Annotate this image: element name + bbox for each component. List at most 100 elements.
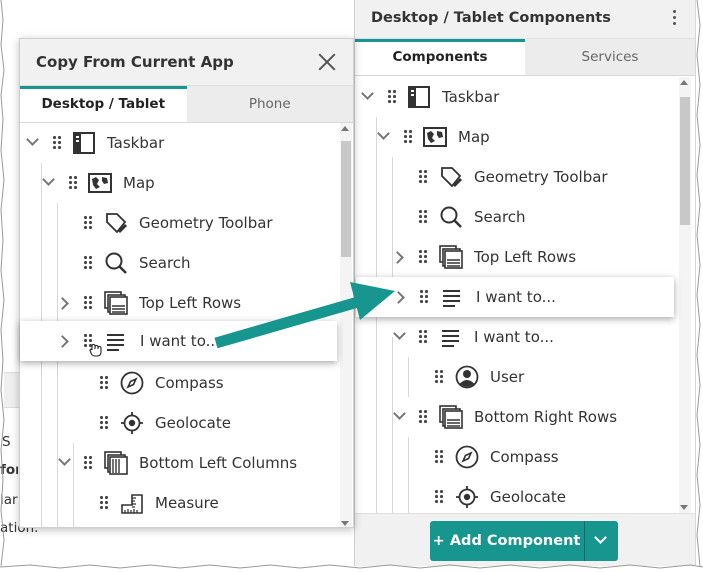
background-text-fragment: S [2,434,11,450]
drag-handle-icon[interactable] [419,410,427,424]
drag-handle-icon[interactable] [419,330,427,344]
tree-item-map[interactable]: Map [355,117,680,157]
background-text-fragment: for [0,462,18,478]
tree-item-taskbar[interactable]: Taskbar [355,77,680,117]
drag-handle-icon[interactable] [84,256,92,270]
grab-cursor-icon [88,341,104,361]
add-component-label[interactable]: + Add Component [430,521,583,561]
rows-icon [439,245,463,269]
drag-handle-icon[interactable] [84,296,92,310]
tree-item-label: Compass [155,374,224,392]
tab-desktop-tablet[interactable]: Desktop / Tablet [20,86,187,122]
drag-handle-icon[interactable] [100,376,108,390]
drag-handle-icon[interactable] [69,176,77,190]
drag-handle-icon[interactable] [435,450,443,464]
drop-preview-row: I want to... [356,277,674,317]
add-component-button[interactable]: + Add Component [430,521,618,561]
components-panel-footer: + Add Component [355,513,695,566]
drag-handle-icon[interactable] [100,416,108,430]
rows-icon [439,405,463,429]
tree-item-label: Map [123,174,155,192]
drag-handle-icon[interactable] [53,136,61,150]
more-options-icon[interactable] [671,10,677,28]
drag-handle-icon[interactable] [404,130,412,144]
tree-item-geolocate[interactable]: Geolocate [355,477,680,513]
geolocate-icon [120,411,144,435]
columns-icon [104,451,128,475]
list-icon [440,285,464,309]
map-icon [423,125,447,149]
taskbar-icon [407,85,431,109]
tree-item-label: Bottom Right Rows [474,408,618,426]
chevron-down-icon[interactable] [585,521,618,561]
background-text-fragment: lar [0,492,18,508]
drag-handle-icon[interactable] [84,216,92,230]
chevron-down-icon[interactable] [393,407,406,420]
tree-item-taskbar[interactable]: Taskbar [20,123,338,163]
rows-icon [104,291,128,315]
tree-item-bottom-right-rows[interactable]: Bottom Right Rows [355,397,680,437]
compass-icon [455,445,479,469]
tree-item-measure[interactable]: Measure [20,483,338,523]
tree-item-search[interactable]: Search [355,197,680,237]
tree-item-bottom-left-columns[interactable]: Bottom Left Columns [20,443,338,483]
chevron-right-icon[interactable] [56,297,69,310]
drop-preview-label: I want to... [476,288,556,306]
tree-item-geometry-toolbar[interactable]: Geometry Toolbar [355,157,680,197]
search-icon [104,251,128,275]
tree-item-label: Geometry Toolbar [139,214,273,232]
drag-handle-icon [420,290,428,304]
tree-item-label: Search [139,254,191,272]
drag-handle-icon[interactable] [84,456,92,470]
drag-handle-icon[interactable] [419,170,427,184]
chevron-right-icon[interactable] [391,251,404,264]
tree-item-top-left-rows[interactable]: Top Left Rows [20,283,338,323]
drag-handle-icon[interactable] [419,210,427,224]
tree-item-label: Geolocate [490,488,566,506]
tab-services[interactable]: Services [525,39,695,75]
tree-item-label: I want to... [474,328,554,346]
drag-handle-icon[interactable] [419,250,427,264]
drag-handle-icon[interactable] [100,496,108,510]
chevron-down-icon[interactable] [361,87,374,100]
dialog-tree-scrollbar[interactable] [340,123,352,527]
drag-handle-icon[interactable] [435,490,443,504]
drag-handle-icon[interactable] [388,90,396,104]
taskbar-icon [72,131,96,155]
dragged-row-label: I want to... [140,332,220,350]
tree-item-label: Taskbar [442,88,500,106]
chevron-down-icon[interactable] [393,327,406,340]
tree-item-label: User [490,368,525,386]
drag-handle-icon[interactable] [435,370,443,384]
dragged-row[interactable]: I want to... [20,321,337,361]
components-panel-header: Desktop / Tablet Components [355,0,695,39]
user-icon [455,365,479,389]
close-icon[interactable] [318,53,336,71]
dialog-title: Copy From Current App [36,53,234,71]
tree-item-search[interactable]: Search [20,243,338,283]
tree-item-geolocate[interactable]: Geolocate [20,403,338,443]
tab-phone[interactable]: Phone [187,86,354,122]
tab-components[interactable]: Components [355,39,525,75]
components-panel-title: Desktop / Tablet Components [371,10,611,26]
list-icon [104,329,128,353]
tree-item-compass[interactable]: Compass [20,363,338,403]
list-icon [439,325,463,349]
tree-item-user[interactable]: User [355,357,680,397]
components-tree-scrollbar[interactable] [679,77,691,513]
geometry-toolbar-icon [439,165,463,189]
chevron-down-icon[interactable] [42,173,55,186]
tree-item-geometry-toolbar[interactable]: Geometry Toolbar [20,203,338,243]
chevron-down-icon[interactable] [58,453,71,466]
tree-item-i-want-to[interactable]: I want to... [355,317,680,357]
chevron-down-icon[interactable] [377,127,390,140]
tree-item-label: Geometry Toolbar [474,168,608,186]
tree-item-label: Bottom Left Columns [139,454,298,472]
tree-item-map[interactable]: Map [20,163,338,203]
search-icon [439,205,463,229]
measure-icon [120,491,144,515]
chevron-down-icon[interactable] [26,133,39,146]
tree-item-top-left-rows[interactable]: Top Left Rows [355,237,680,277]
tree-item-compass[interactable]: Compass [355,437,680,477]
tree-item-label: Top Left Rows [474,248,577,266]
